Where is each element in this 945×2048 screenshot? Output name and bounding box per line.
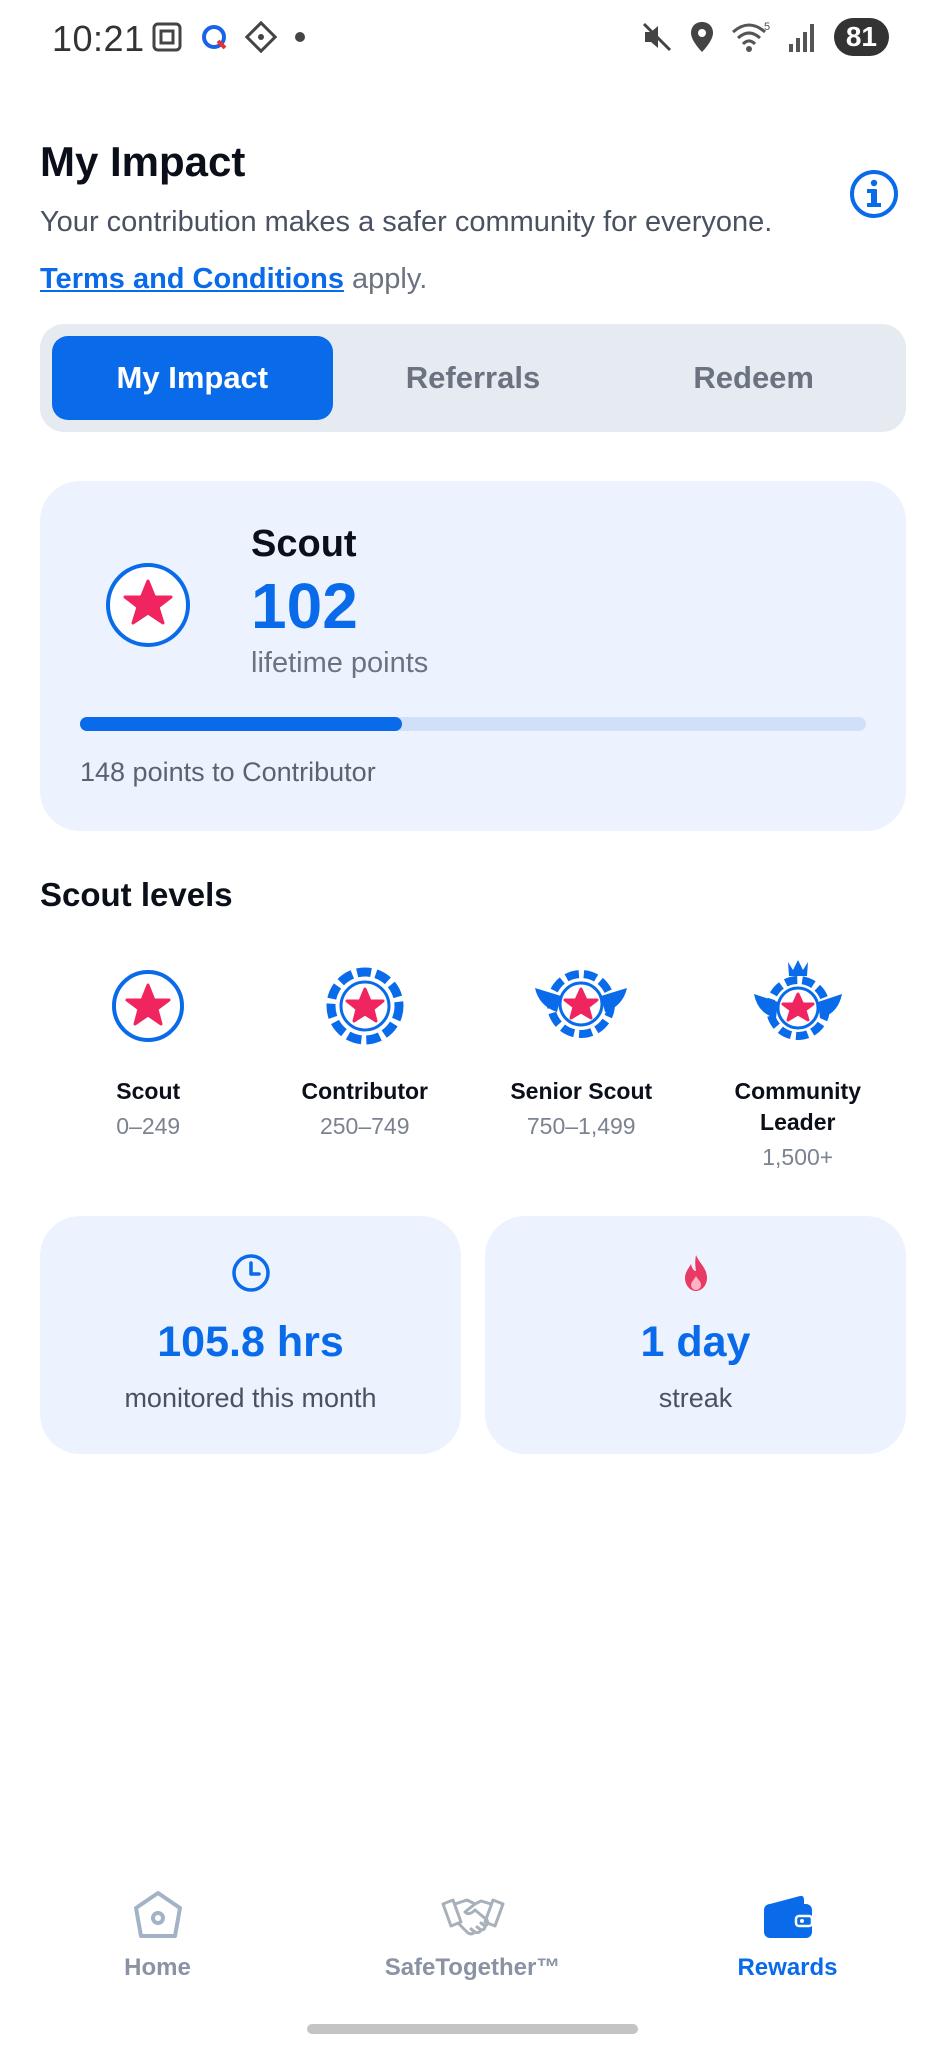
progress-caption: 148 points to Contributor xyxy=(80,757,376,787)
streak-card: 1 day streak xyxy=(485,1216,906,1454)
status-time: 10:21 xyxy=(52,18,145,59)
page-header: My Impact Your contribution makes a safe… xyxy=(40,138,900,296)
page-title: My Impact xyxy=(40,138,246,185)
wallet-icon xyxy=(763,1895,813,1938)
location-icon xyxy=(690,22,713,52)
status-bar: 10:21 5 81 xyxy=(0,0,945,80)
level-item-name: Community Leader xyxy=(734,1078,862,1135)
level-item-range: 1,500+ xyxy=(762,1144,834,1170)
current-level-card: Scout 102 lifetime points 148 points to … xyxy=(40,481,906,831)
monitored-hours-value: 105.8 hrs xyxy=(157,1318,344,1366)
nav-item-rewards[interactable]: Rewards xyxy=(630,1888,945,1998)
info-icon[interactable] xyxy=(848,168,900,220)
nav-item-safetogether[interactable]: SafeTogether™ xyxy=(315,1888,630,1998)
tab-bar: My Impact Referrals Redeem xyxy=(40,324,906,432)
app-q-icon xyxy=(202,25,227,50)
terms-and-conditions-link[interactable]: Terms and Conditions xyxy=(40,263,344,295)
level-item-range: 250–749 xyxy=(319,1113,410,1139)
monitored-hours-card: 105.8 hrs monitored this month xyxy=(40,1216,461,1454)
scout-levels-title: Scout levels xyxy=(40,876,233,913)
monitored-hours-label: monitored this month xyxy=(124,1383,377,1413)
mute-icon xyxy=(642,22,671,52)
home-indicator[interactable] xyxy=(307,2024,638,2034)
tab-referrals[interactable]: Referrals xyxy=(333,336,614,420)
level-item-name: Contributor xyxy=(301,1078,428,1104)
page-subtitle: Your contribution makes a safer communit… xyxy=(40,206,773,238)
stats-row: 105.8 hrs monitored this month 1 day str… xyxy=(40,1216,906,1454)
scout-levels-list: Scout 0–249 Contributor 250–749 Senior S… xyxy=(40,956,906,1171)
senior-scout-badge-icon xyxy=(535,970,628,1038)
level-item-range: 0–249 xyxy=(116,1113,181,1139)
app-diamond-icon xyxy=(244,20,278,54)
contributor-badge-icon xyxy=(326,967,404,1045)
level-item-contributor: Contributor 250–749 xyxy=(257,956,474,1171)
svg-text:5: 5 xyxy=(764,21,770,33)
home-icon xyxy=(133,1891,182,1938)
level-progress-fill xyxy=(80,717,403,731)
streak-value: 1 day xyxy=(640,1318,751,1366)
nav-label-safetogether: SafeTogether™ xyxy=(384,1954,561,1981)
bottom-navigation: Home SafeTogether™ Rewards xyxy=(0,1888,945,1998)
nav-label-home: Home xyxy=(124,1954,191,1981)
scout-badge-icon xyxy=(112,970,185,1042)
battery-indicator: 81 xyxy=(833,18,889,56)
scout-badge-icon xyxy=(106,563,190,647)
flame-icon xyxy=(684,1255,707,1291)
level-item-community-leader: Community Leader 1,500+ xyxy=(690,956,907,1171)
screenshot-icon xyxy=(152,22,182,52)
lifetime-points-label: lifetime points xyxy=(251,647,429,679)
level-item-range: 750–1,499 xyxy=(526,1113,636,1139)
terms-suffix: apply. xyxy=(343,263,428,295)
level-progress-bar xyxy=(80,717,866,731)
tab-my-impact[interactable]: My Impact xyxy=(52,336,333,420)
lifetime-points-value: 102 xyxy=(251,570,358,642)
level-item-name: Senior Scout xyxy=(510,1078,653,1104)
notification-dot-icon xyxy=(295,32,305,42)
nav-item-home[interactable]: Home xyxy=(0,1888,315,1998)
clock-icon xyxy=(231,1254,270,1292)
level-item-scout: Scout 0–249 xyxy=(40,956,257,1171)
wifi-icon: 5 xyxy=(731,21,770,52)
streak-label: streak xyxy=(658,1383,733,1413)
level-item-senior-scout: Senior Scout 750–1,499 xyxy=(473,956,690,1171)
status-right-icons: 5 81 xyxy=(640,18,889,56)
community-leader-badge-icon xyxy=(753,960,842,1040)
nav-label-rewards: Rewards xyxy=(737,1954,838,1981)
current-level-name: Scout xyxy=(251,523,357,565)
terms-line: Terms and Conditions apply. xyxy=(40,263,900,296)
level-item-name: Scout xyxy=(116,1078,181,1104)
status-left-icons xyxy=(150,20,306,54)
handshake-icon xyxy=(441,1898,504,1936)
tab-redeem[interactable]: Redeem xyxy=(613,336,894,420)
cell-signal-icon xyxy=(788,24,814,52)
